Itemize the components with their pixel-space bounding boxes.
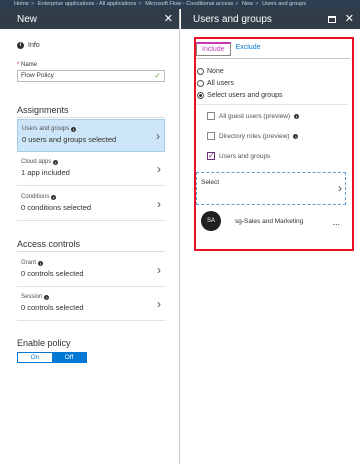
breadcrumb-home[interactable]: Home — [14, 1, 29, 7]
checkbox-directory-roles[interactable]: Directory roles (preview) i — [207, 132, 299, 140]
info-icon: i — [38, 260, 44, 266]
users-groups-value: 0 users and groups selected — [22, 135, 117, 144]
chevron-right-icon: › — [157, 263, 161, 277]
name-label: * Name — [17, 62, 38, 68]
enable-policy-toggle[interactable]: On Off — [17, 352, 87, 363]
info-icon: i — [44, 294, 50, 300]
radio-button[interactable] — [197, 80, 204, 87]
toggle-on-option[interactable]: On — [18, 353, 52, 362]
checkbox[interactable] — [207, 132, 215, 140]
checkbox[interactable] — [207, 112, 215, 120]
grant-value: 0 controls selected — [21, 269, 84, 278]
session-label: Session — [21, 294, 43, 300]
avatar: SA — [201, 211, 221, 231]
new-blade-title: New — [17, 13, 38, 25]
info-icon: i — [51, 194, 57, 200]
access-controls-title: Access controls — [17, 239, 81, 249]
select-label: Select — [201, 179, 220, 186]
directory-roles-label: Directory roles (preview) — [219, 132, 290, 140]
radio-none[interactable]: None — [197, 68, 224, 75]
checkbox-checked[interactable] — [207, 151, 215, 160]
radio-all-users-label: All users — [207, 80, 234, 87]
nav-cloud-apps[interactable]: Cloud apps i 1 app included › — [17, 153, 165, 186]
info-icon: i — [71, 126, 77, 132]
name-field[interactable]: Flow Policy ✓ — [17, 70, 165, 82]
assignments-title: Assignments — [17, 105, 69, 115]
session-value: 0 controls selected — [21, 303, 84, 312]
chevron-right-icon: › — [156, 129, 160, 143]
info-link[interactable]: i Info — [17, 42, 40, 49]
maximize-icon[interactable] — [327, 15, 336, 23]
cloud-apps-label: Cloud apps — [21, 159, 52, 165]
include-exclude-tabs: Include Exclude — [196, 42, 265, 56]
checkbox-all-guest-users[interactable]: All guest users (preview) i — [207, 112, 300, 120]
name-value: Flow Policy — [21, 72, 54, 79]
radio-select-users[interactable]: Select users and groups — [197, 92, 283, 99]
users-groups-header: Users and groups ✕ — [181, 9, 360, 29]
tabs-divider — [196, 58, 350, 59]
users-groups-title: Users and groups — [193, 13, 272, 25]
member-name: sg-Sales and Marketing — [235, 217, 304, 225]
chevron-right-icon: › — [338, 181, 342, 195]
cloud-apps-value: 1 app included — [21, 168, 70, 177]
tab-exclude[interactable]: Exclude — [231, 42, 266, 56]
conditions-label: Conditions — [21, 194, 50, 200]
enable-policy-title: Enable policy — [17, 338, 71, 348]
breadcrumb-enterprise-apps[interactable]: Enterprise applications - All applicatio… — [38, 1, 137, 7]
info-icon: i — [53, 159, 59, 165]
grant-label: Grant — [21, 260, 37, 266]
more-icon[interactable]: ... — [332, 217, 340, 227]
conditions-value: 0 conditions selected — [21, 203, 92, 212]
users-and-groups-label: Users and groups — [219, 152, 271, 160]
toggle-off-option[interactable]: Off — [52, 353, 86, 362]
selected-member-row[interactable]: SA sg-Sales and Marketing ... — [201, 210, 344, 232]
chevron-right-icon: › — [157, 297, 161, 311]
info-icon: i — [17, 42, 24, 49]
checkmark-icon: ✓ — [154, 71, 161, 80]
close-icon[interactable]: ✕ — [345, 13, 354, 25]
radio-select-users-label: Select users and groups — [207, 92, 283, 99]
chevron-right-icon: › — [157, 197, 161, 211]
breadcrumb: Home > Enterprise applications - All appl… — [0, 0, 360, 9]
info-label: Info — [28, 42, 40, 49]
info-icon: i — [293, 133, 299, 139]
radio-button[interactable] — [197, 68, 204, 75]
nav-users-and-groups[interactable]: Users and groups i 0 users and groups sel… — [17, 119, 165, 152]
radio-button-selected[interactable] — [197, 92, 204, 99]
access-controls-divider — [17, 251, 165, 252]
radio-all-users[interactable]: All users — [197, 80, 234, 87]
info-icon: i — [294, 113, 300, 119]
chevron-right-icon: › — [157, 162, 161, 176]
users-groups-label: Users and groups — [22, 126, 70, 132]
breadcrumb-new[interactable]: New — [242, 1, 253, 7]
breadcrumb-conditional-access[interactable]: Microsoft Flow - Conditional access — [145, 1, 233, 7]
close-icon[interactable]: ✕ — [164, 13, 173, 25]
select-users-picker[interactable]: Select › — [196, 172, 346, 205]
radio-none-label: None — [207, 68, 224, 75]
new-blade-header: New ✕ — [0, 9, 179, 29]
assignments-divider — [17, 117, 165, 118]
nav-grant[interactable]: Grant i 0 controls selected › — [17, 254, 165, 287]
checkbox-users-and-groups[interactable]: Users and groups — [207, 151, 271, 160]
nav-session[interactable]: Session i 0 controls selected › — [17, 288, 165, 321]
all-guest-users-label: All guest users (preview) — [219, 112, 291, 120]
nav-conditions[interactable]: Conditions i 0 conditions selected › — [17, 188, 165, 221]
tab-include[interactable]: Include — [196, 42, 231, 56]
breadcrumb-users-groups: Users and groups — [262, 1, 307, 7]
